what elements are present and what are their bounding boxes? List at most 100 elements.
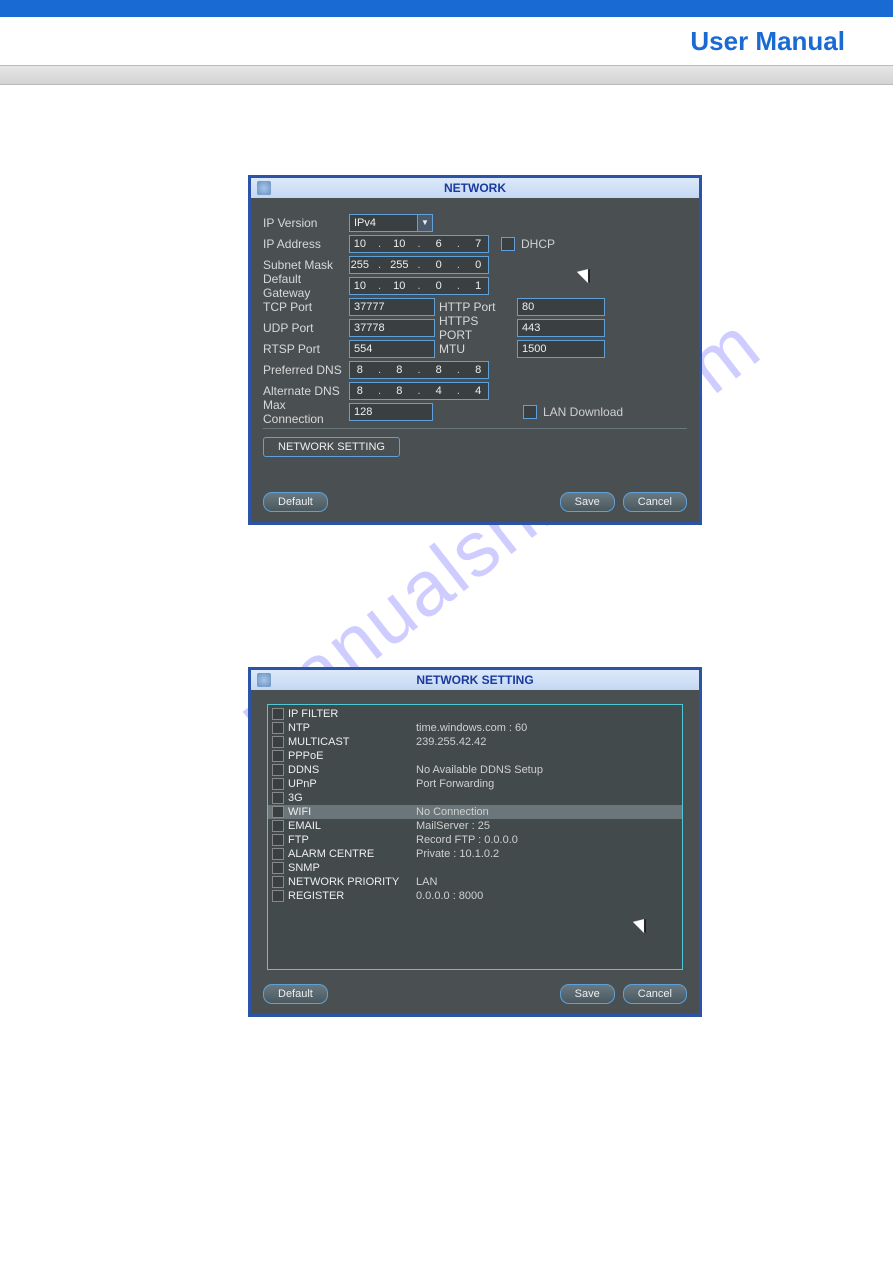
list-checkbox[interactable]: [272, 806, 284, 818]
list-item[interactable]: NTPtime.windows.com : 60: [268, 721, 682, 735]
rtsp-port-input[interactable]: 554: [349, 340, 435, 358]
divider: [263, 428, 687, 429]
list-checkbox[interactable]: [272, 708, 284, 720]
list-item-value: Private : 10.1.0.2: [416, 848, 499, 860]
mtu-label: MTU: [435, 342, 511, 356]
http-port-input[interactable]: 80: [517, 298, 605, 316]
lan-download-checkbox[interactable]: [523, 405, 537, 419]
list-item-name: EMAIL: [288, 820, 416, 832]
ip-address-label: IP Address: [263, 237, 349, 251]
list-item[interactable]: IP FILTER: [268, 707, 682, 721]
gateway-label: Default Gateway: [263, 272, 349, 300]
preferred-dns-label: Preferred DNS: [263, 363, 349, 377]
default-button[interactable]: Default: [263, 492, 328, 512]
list-checkbox[interactable]: [272, 890, 284, 902]
cancel-button[interactable]: Cancel: [623, 492, 687, 512]
list-item[interactable]: SNMP: [268, 861, 682, 875]
tcp-port-input[interactable]: 37777: [349, 298, 435, 316]
network-dialog: NETWORK IP Version IPv4 ▼ IP Address 10.…: [248, 175, 702, 525]
list-item-value: 0.0.0.0 : 8000: [416, 890, 483, 902]
list-checkbox[interactable]: [272, 764, 284, 776]
save-button[interactable]: Save: [560, 984, 615, 1004]
dialog-title: NETWORK: [444, 181, 506, 195]
list-checkbox[interactable]: [272, 736, 284, 748]
save-button[interactable]: Save: [560, 492, 615, 512]
list-checkbox[interactable]: [272, 722, 284, 734]
dhcp-label: DHCP: [521, 237, 555, 251]
udp-port-label: UDP Port: [263, 321, 349, 335]
list-checkbox[interactable]: [272, 862, 284, 874]
list-item[interactable]: 3G: [268, 791, 682, 805]
list-item[interactable]: MULTICAST239.255.42.42: [268, 735, 682, 749]
max-connection-label: Max Connection: [263, 398, 349, 426]
list-item-name: DDNS: [288, 764, 416, 776]
mtu-input[interactable]: 1500: [517, 340, 605, 358]
list-item-name: REGISTER: [288, 890, 416, 902]
dialog-title-bar: NETWORK SETTING: [251, 670, 699, 690]
dhcp-checkbox[interactable]: [501, 237, 515, 251]
dialog-title: NETWORK SETTING: [416, 673, 533, 687]
list-item[interactable]: WIFINo Connection: [268, 805, 682, 819]
default-button[interactable]: Default: [263, 984, 328, 1004]
list-item[interactable]: PPPoE: [268, 749, 682, 763]
list-item-value: 239.255.42.42: [416, 736, 486, 748]
ip-address-input[interactable]: 10. 10. 6. 7: [349, 235, 489, 253]
dialog-title-bar: NETWORK: [251, 178, 699, 198]
list-item[interactable]: DDNSNo Available DDNS Setup: [268, 763, 682, 777]
list-item[interactable]: ALARM CENTREPrivate : 10.1.0.2: [268, 847, 682, 861]
https-port-label: HTTPS PORT: [435, 314, 511, 342]
list-item-value: LAN: [416, 876, 437, 888]
list-checkbox[interactable]: [272, 792, 284, 804]
ip-version-label: IP Version: [263, 216, 349, 230]
https-port-input[interactable]: 443: [517, 319, 605, 337]
page-header: User Manual: [0, 17, 893, 65]
ip-version-select[interactable]: IPv4 ▼: [349, 214, 433, 232]
gray-separator: [0, 65, 893, 85]
list-item-value: MailServer : 25: [416, 820, 490, 832]
cancel-button[interactable]: Cancel: [623, 984, 687, 1004]
list-item-value: No Available DDNS Setup: [416, 764, 543, 776]
alternate-dns-label: Alternate DNS: [263, 384, 349, 398]
list-item-name: IP FILTER: [288, 708, 416, 720]
max-connection-input[interactable]: 128: [349, 403, 433, 421]
lan-download-label: LAN Download: [543, 405, 623, 419]
list-item[interactable]: UPnPPort Forwarding: [268, 777, 682, 791]
list-checkbox[interactable]: [272, 876, 284, 888]
network-setting-button[interactable]: NETWORK SETTING: [263, 437, 400, 457]
list-item[interactable]: FTPRecord FTP : 0.0.0.0: [268, 833, 682, 847]
list-item-name: FTP: [288, 834, 416, 846]
list-checkbox[interactable]: [272, 778, 284, 790]
list-checkbox[interactable]: [272, 848, 284, 860]
list-item-value: No Connection: [416, 806, 489, 818]
list-checkbox[interactable]: [272, 834, 284, 846]
list-item[interactable]: REGISTER0.0.0.0 : 8000: [268, 889, 682, 903]
list-item-value: Port Forwarding: [416, 778, 494, 790]
list-checkbox[interactable]: [272, 820, 284, 832]
alternate-dns-input[interactable]: 8. 8. 4. 4: [349, 382, 489, 400]
rtsp-port-label: RTSP Port: [263, 342, 349, 356]
list-item-name: WIFI: [288, 806, 416, 818]
network-setting-dialog: NETWORK SETTING IP FILTERNTPtime.windows…: [248, 667, 702, 1017]
list-item[interactable]: NETWORK PRIORITYLAN: [268, 875, 682, 889]
list-item-name: NTP: [288, 722, 416, 734]
list-item-value: time.windows.com : 60: [416, 722, 527, 734]
http-port-label: HTTP Port: [435, 300, 511, 314]
subnet-mask-input[interactable]: 255. 255. 0. 0: [349, 256, 489, 274]
list-item-name: ALARM CENTRE: [288, 848, 416, 860]
list-item-name: MULTICAST: [288, 736, 416, 748]
tcp-port-label: TCP Port: [263, 300, 349, 314]
page-title: User Manual: [690, 26, 845, 57]
chevron-down-icon: ▼: [417, 215, 432, 231]
list-item-name: UPnP: [288, 778, 416, 790]
list-item[interactable]: EMAILMailServer : 25: [268, 819, 682, 833]
list-item-name: PPPoE: [288, 750, 416, 762]
gateway-input[interactable]: 10. 10. 0. 1: [349, 277, 489, 295]
list-item-name: 3G: [288, 792, 416, 804]
network-icon: [257, 673, 271, 687]
preferred-dns-input[interactable]: 8. 8. 8. 8: [349, 361, 489, 379]
udp-port-input[interactable]: 37778: [349, 319, 435, 337]
list-item-value: Record FTP : 0.0.0.0: [416, 834, 518, 846]
list-checkbox[interactable]: [272, 750, 284, 762]
subnet-mask-label: Subnet Mask: [263, 258, 349, 272]
list-item-name: NETWORK PRIORITY: [288, 876, 416, 888]
